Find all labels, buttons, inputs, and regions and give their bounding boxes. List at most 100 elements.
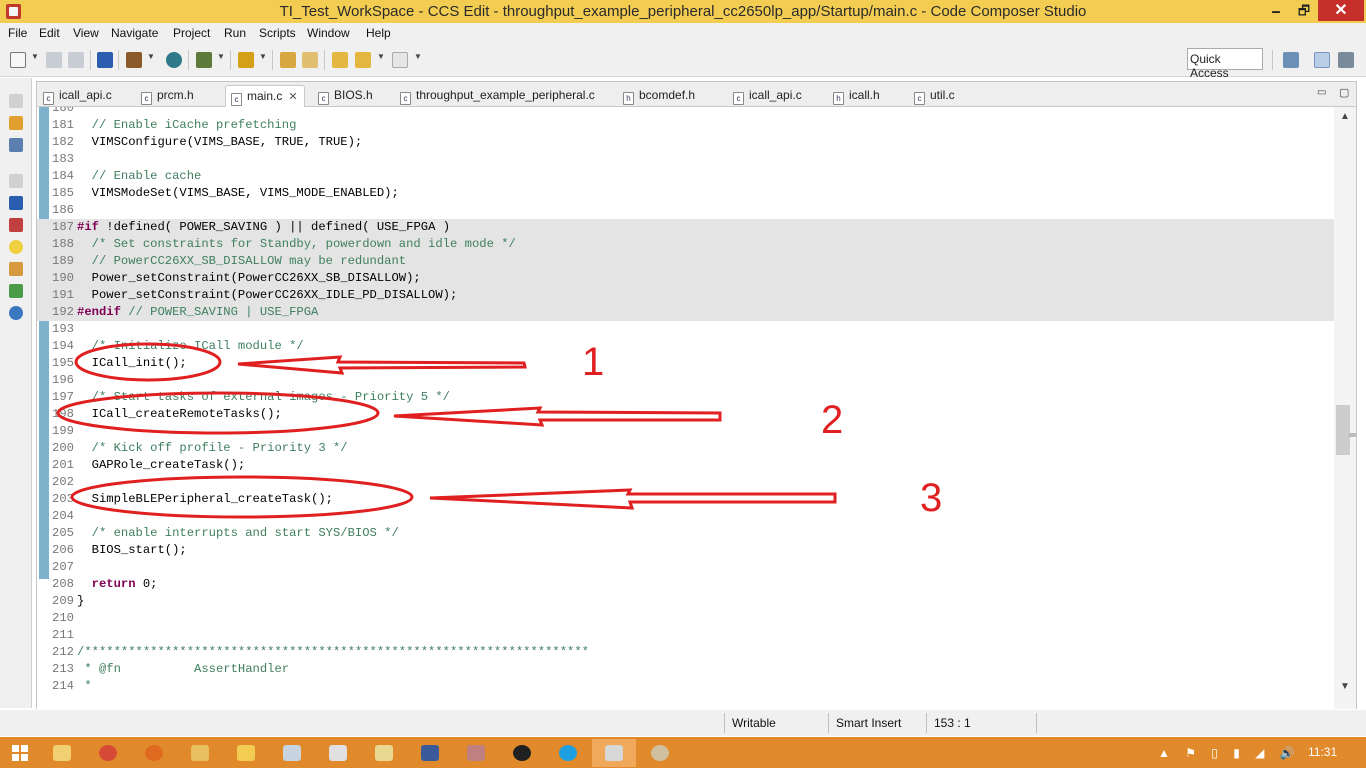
- debug-perspective-icon[interactable]: [1338, 52, 1354, 68]
- quick-access-input[interactable]: Quick Access: [1187, 48, 1263, 80]
- code-line[interactable]: 194 /* Initialize ICall module */: [37, 338, 1334, 355]
- code-line[interactable]: 185 VIMSModeSet(VIMS_BASE, VIMS_MODE_ENA…: [37, 185, 1334, 202]
- file-explorer-icon[interactable]: [40, 739, 84, 767]
- project-explorer-icon[interactable]: [9, 116, 23, 130]
- code-line[interactable]: 199: [37, 423, 1334, 440]
- menu-help[interactable]: Help: [366, 26, 391, 40]
- close-button[interactable]: ✕: [1318, 0, 1364, 21]
- ccs-edit-perspective-icon[interactable]: [1314, 52, 1330, 68]
- code-line[interactable]: 201 GAPRole_createTask();: [37, 457, 1334, 474]
- code-line[interactable]: 205 /* enable interrupts and start SYS/B…: [37, 525, 1334, 542]
- code-line[interactable]: 181 // Enable iCache prefetching: [37, 117, 1334, 134]
- scrollbar-thumb[interactable]: [1336, 405, 1350, 455]
- code-line[interactable]: 209}: [37, 593, 1334, 610]
- code-editor[interactable]: 180 181 // Enable iCache prefetching 182 V…: [37, 107, 1334, 709]
- perspective-icon[interactable]: [1283, 52, 1299, 68]
- code-line[interactable]: 214 *: [37, 678, 1334, 695]
- target-configurations-icon[interactable]: [9, 138, 23, 152]
- menu-navigate[interactable]: Navigate: [111, 26, 158, 40]
- tab-icall-h[interactable]: h icall.h: [833, 85, 880, 107]
- run-dropdown-icon[interactable]: ▼: [259, 52, 267, 61]
- save-all-icon[interactable]: [68, 52, 84, 68]
- tools-icon[interactable]: [9, 262, 23, 276]
- skype-icon[interactable]: [546, 739, 590, 767]
- code-line[interactable]: 213 * @fn AssertHandler: [37, 661, 1334, 678]
- outlook-icon[interactable]: [224, 739, 268, 767]
- menu-project[interactable]: Project: [173, 26, 210, 40]
- ccs-icon[interactable]: [592, 739, 636, 767]
- terminal-icon[interactable]: [97, 52, 113, 68]
- problems-icon[interactable]: [9, 218, 23, 232]
- code-line[interactable]: 212/************************************…: [37, 644, 1334, 661]
- code-line[interactable]: 186: [37, 202, 1334, 219]
- back-icon[interactable]: [355, 52, 371, 68]
- tab-util-c[interactable]: c util.c: [914, 85, 955, 107]
- outline-icon[interactable]: [9, 284, 23, 298]
- code-line[interactable]: 190 Power_setConstraint(PowerCC26XX_SB_D…: [37, 270, 1334, 287]
- back-dropdown-icon[interactable]: ▼: [377, 52, 385, 61]
- forward-dropdown-icon[interactable]: ▼: [414, 52, 422, 61]
- build-dropdown-icon[interactable]: ▼: [147, 52, 155, 61]
- code-line[interactable]: 193: [37, 321, 1334, 338]
- code-line[interactable]: 180: [37, 107, 1334, 117]
- console-icon[interactable]: [9, 196, 23, 210]
- build-icon[interactable]: [126, 52, 142, 68]
- menu-view[interactable]: View: [73, 26, 99, 40]
- utility-icon[interactable]: [638, 739, 682, 767]
- cube-icon[interactable]: [316, 739, 360, 767]
- pin-icon[interactable]: [280, 52, 296, 68]
- tab-main-c[interactable]: c main.c ✕: [225, 85, 305, 107]
- search-icon[interactable]: [166, 52, 182, 68]
- restore-button[interactable]: 🗗: [1290, 0, 1318, 21]
- code-line[interactable]: 192 #endif // POWER_SAVING | USE_FPGA: [37, 304, 1334, 321]
- start-button[interactable]: [12, 745, 28, 761]
- maximize-view-icon[interactable]: ▢: [1339, 86, 1349, 99]
- notepad-icon[interactable]: [362, 739, 406, 767]
- system-tray[interactable]: ▲ ⚑ ▯ ▮ ◢ 🔊: [1158, 746, 1301, 760]
- media-icon[interactable]: [500, 739, 544, 767]
- edit-icon[interactable]: [302, 52, 318, 68]
- firefox-icon[interactable]: [132, 739, 176, 767]
- code-line[interactable]: 204: [37, 508, 1334, 525]
- run-icon[interactable]: [238, 52, 254, 68]
- minimize-button[interactable]: 🗕: [1262, 0, 1290, 21]
- menu-file[interactable]: File: [8, 26, 27, 40]
- globe-icon[interactable]: [9, 306, 23, 320]
- menu-edit[interactable]: Edit: [39, 26, 60, 40]
- vertical-scrollbar[interactable]: ▲ ▼: [1334, 107, 1356, 709]
- taskbar-clock[interactable]: 11:31: [1308, 745, 1337, 759]
- forward-icon[interactable]: [392, 52, 408, 68]
- code-line[interactable]: 208 return 0;: [37, 576, 1334, 593]
- debug-icon[interactable]: [196, 52, 212, 68]
- code-line[interactable]: 196: [37, 372, 1334, 389]
- network-icon[interactable]: [408, 739, 452, 767]
- tab-bcomdef-h[interactable]: h bcomdef.h: [623, 85, 695, 107]
- minimize-view-icon[interactable]: ▭: [1317, 87, 1326, 98]
- menu-scripts[interactable]: Scripts: [259, 26, 296, 40]
- code-line[interactable]: 189 // PowerCC26XX_SB_DISALLOW may be re…: [37, 253, 1334, 270]
- hint-icon[interactable]: [9, 240, 23, 254]
- tab-icall-api-c[interactable]: c icall_api.c: [43, 85, 112, 107]
- code-line[interactable]: 207: [37, 559, 1334, 576]
- save-icon[interactable]: [46, 52, 62, 68]
- code-line[interactable]: 195 ICall_init();: [37, 355, 1334, 372]
- menu-window[interactable]: Window: [307, 26, 350, 40]
- scroll-down-icon[interactable]: ▼: [1340, 681, 1350, 692]
- calculator-icon[interactable]: [270, 739, 314, 767]
- last-edit-icon[interactable]: [332, 52, 348, 68]
- menu-run[interactable]: Run: [224, 26, 246, 40]
- folder-icon[interactable]: [178, 739, 222, 767]
- code-line[interactable]: 187 #if !defined( POWER_SAVING ) || defin…: [37, 219, 1334, 236]
- tab-close-icon[interactable]: ✕: [288, 91, 297, 103]
- paint-icon[interactable]: [454, 739, 498, 767]
- code-line[interactable]: 188 /* Set constraints for Standby, powe…: [37, 236, 1334, 253]
- new-icon[interactable]: [10, 52, 26, 68]
- code-line[interactable]: 184 // Enable cache: [37, 168, 1334, 185]
- code-line[interactable]: 210: [37, 610, 1334, 627]
- code-line[interactable]: 191 Power_setConstraint(PowerCC26XX_IDLE…: [37, 287, 1334, 304]
- code-line[interactable]: 200 /* Kick off profile - Priority 3 */: [37, 440, 1334, 457]
- tab-bios-h[interactable]: c BIOS.h: [318, 85, 373, 107]
- code-line[interactable]: 206 BIOS_start();: [37, 542, 1334, 559]
- code-line[interactable]: 211: [37, 627, 1334, 644]
- scroll-up-icon[interactable]: ▲: [1340, 111, 1350, 122]
